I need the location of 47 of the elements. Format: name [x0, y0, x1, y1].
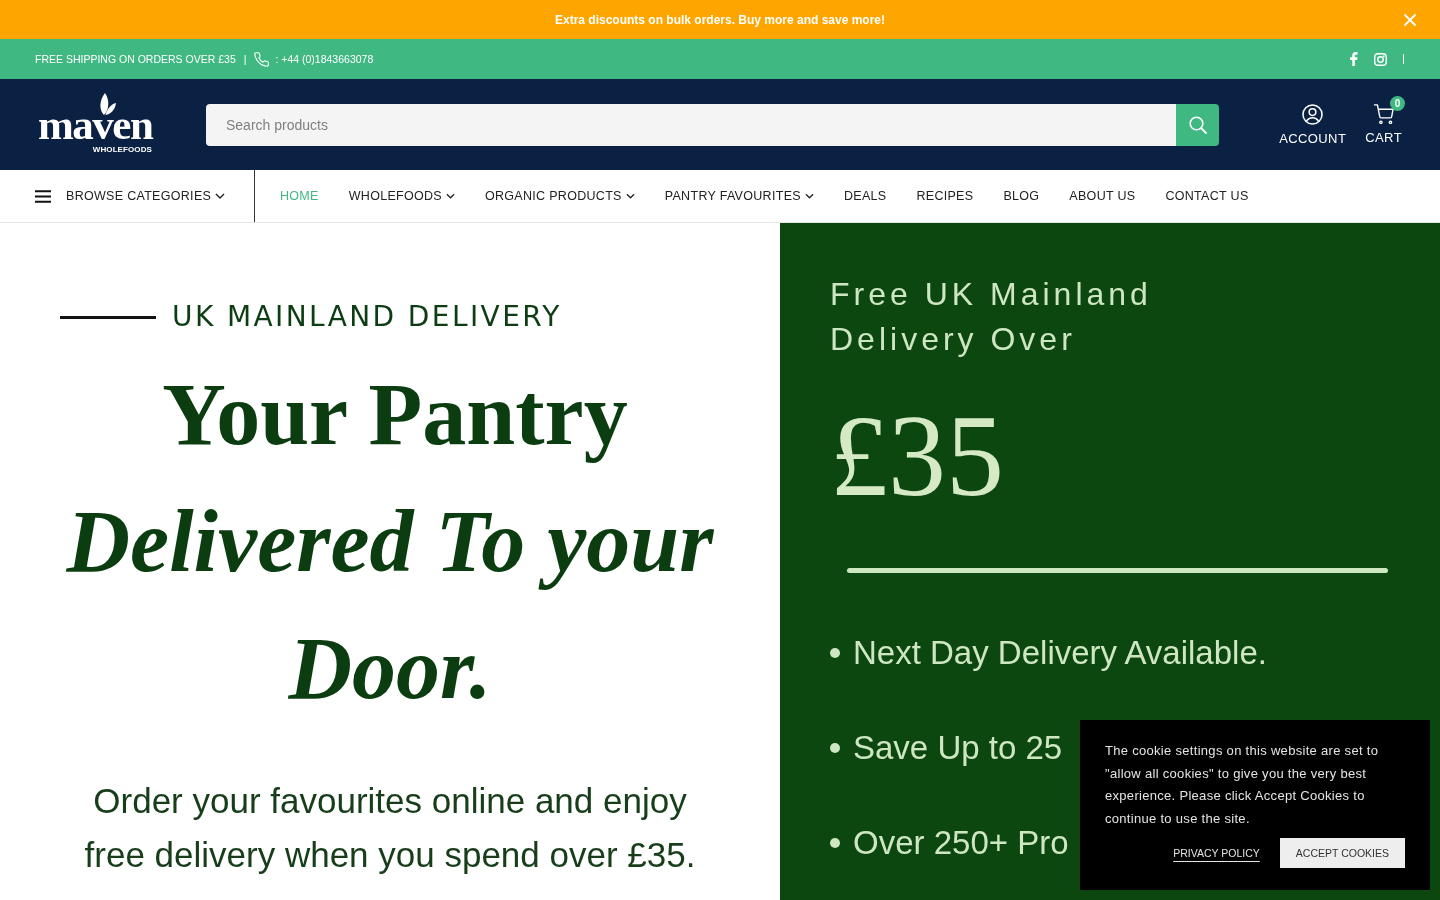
- offer-point: Next Day Delivery Available.: [853, 633, 1267, 672]
- offer-title: Free UK Mainland Delivery Over: [830, 275, 1153, 359]
- cart-icon: [1373, 104, 1395, 124]
- close-icon: [1404, 13, 1416, 26]
- nav-link[interactable]: ABOUT US: [1069, 189, 1136, 203]
- offer-amount: £35: [830, 398, 1005, 514]
- banner-heading: Your Pantry: [161, 365, 629, 465]
- chevron-down-icon: [804, 193, 814, 199]
- account-icon: [1302, 103, 1324, 125]
- search-field[interactable]: Search products: [206, 103, 1177, 146]
- account-button[interactable]: ACCOUNT: [1279, 103, 1347, 146]
- chevron-down-icon: [625, 193, 635, 199]
- facebook-icon: [1350, 52, 1358, 66]
- offer-point: Over 250+ Pro: [853, 823, 1069, 862]
- logo-wordmark[interactable]: maven: [38, 107, 153, 142]
- shipping-notice: FREE SHIPPING ON ORDERS OVER £35: [35, 53, 236, 65]
- bullet-icon: [830, 647, 840, 658]
- nav-link[interactable]: PANTRY FAVOURITES: [664, 189, 814, 203]
- banner-eyebrow: UK MAINLAND DELIVERY: [172, 299, 562, 335]
- chevron-down-icon: [446, 193, 455, 199]
- accept-cookies-button[interactable]: ACCEPT COOKIES: [1279, 838, 1405, 868]
- privacy-policy-link[interactable]: PRIVACY POLICY: [1173, 847, 1260, 859]
- bullet-icon: [830, 837, 840, 848]
- banner-heading: Door.: [287, 619, 493, 719]
- cart-count-badge: 0: [1390, 96, 1406, 111]
- bullet-icon: [830, 742, 840, 753]
- banner-description: Order your favourites online and enjoy free delivery when you spend over £35.: [83, 780, 697, 876]
- instagram-icon: [1374, 52, 1387, 66]
- nav-link[interactable]: DEALS: [843, 189, 887, 203]
- search-button[interactable]: [1176, 103, 1220, 146]
- instagram-link[interactable]: [1374, 52, 1387, 66]
- chevron-down-icon: [215, 193, 225, 199]
- nav-link[interactable]: RECIPES: [916, 189, 974, 203]
- nav-link[interactable]: ORGANIC PRODUCTS: [485, 189, 635, 203]
- top-bar-separator: |: [243, 53, 247, 65]
- cookie-message: The cookie settings on this website are set to "allow all cookies" to give you the very best experience. Please click Accept Cookies to continue to use the site.: [1105, 742, 1380, 828]
- nav-link[interactable]: BLOG: [1003, 189, 1040, 203]
- phone-icon: [254, 51, 270, 67]
- menu-icon: [35, 189, 51, 203]
- search-icon: [1188, 115, 1207, 134]
- facebook-link[interactable]: [1350, 52, 1358, 66]
- logo-tagline: WHOLEFOODS: [92, 144, 152, 154]
- offer-point: Save Up to 25: [853, 728, 1063, 767]
- nav-link[interactable]: CONTACT US: [1165, 189, 1249, 203]
- nav-link[interactable]: WHOLEFOODS: [348, 189, 455, 203]
- banner-heading: Delivered To your: [65, 492, 715, 592]
- announcement-text: Extra discounts on bulk orders. Buy more and save more!: [554, 12, 886, 27]
